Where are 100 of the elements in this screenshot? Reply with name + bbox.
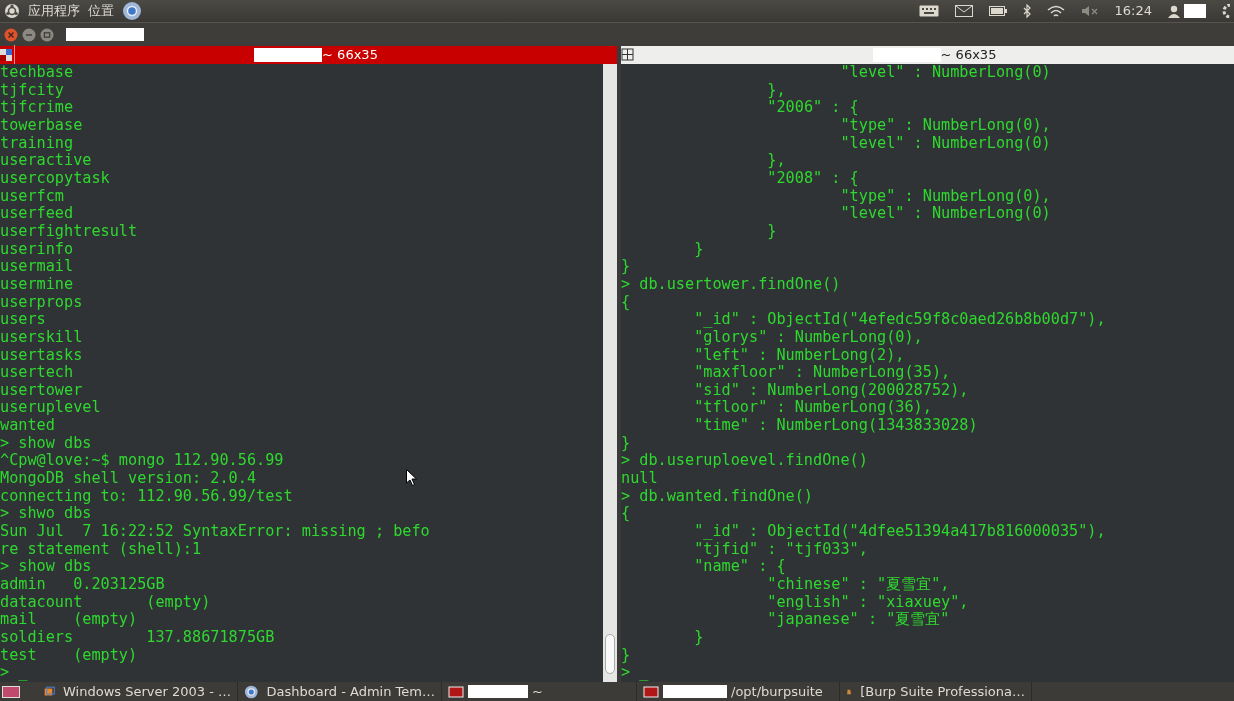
battery-icon[interactable] xyxy=(988,6,1007,16)
terminal-line: } xyxy=(621,434,631,453)
terminal-line: } xyxy=(766,222,777,241)
terminal-line: "2008" : { xyxy=(766,169,859,188)
terminal-line: training xyxy=(0,134,74,153)
terminal-line: usertech xyxy=(0,364,74,382)
terminal-line: useractive xyxy=(0,152,92,170)
terminal-line: useruplevel xyxy=(0,399,101,418)
taskbar-button[interactable]: Windows Server 2003 - … xyxy=(38,682,238,701)
terminal-line: "level" : NumberLong(0) xyxy=(839,205,1051,223)
terminal-line: userfightresult xyxy=(0,222,138,241)
terminal-line: wanted xyxy=(0,417,55,435)
terminal-line: Sun Jul 7 16:22:52 SyntaxError: missing ; befo xyxy=(0,523,430,541)
ubuntu-logo-icon[interactable] xyxy=(4,3,20,19)
maximize-icon[interactable] xyxy=(40,27,54,42)
terminal-line: ^Cpw@love:~$ mongo 112.90.56.99 xyxy=(0,452,284,471)
close-icon[interactable] xyxy=(4,27,18,42)
terminal-line: userskill xyxy=(0,328,83,347)
terminal-line: "tjfid" : "tjf033", xyxy=(693,540,868,559)
menu-item[interactable]: 位置 xyxy=(88,1,114,21)
terminal-line: "time" : NumberLong(1343833028) xyxy=(693,417,978,435)
terminal-line: }, xyxy=(766,81,786,100)
taskbar-label: ~ xyxy=(532,682,543,701)
terminal-line: userfcm xyxy=(0,187,64,206)
terminal-line: MongoDB shell version: 2.0.4 xyxy=(0,470,257,488)
terminal-tab-header[interactable]: ~ 66x35 xyxy=(621,46,1234,64)
terminal-line: users xyxy=(0,311,46,329)
bluetooth-icon[interactable] xyxy=(1022,4,1031,18)
terminal-line: { xyxy=(621,505,631,524)
redaction-block xyxy=(1184,4,1206,18)
terminal-line: } xyxy=(621,646,631,665)
terminal-line: } xyxy=(693,240,704,259)
split-view-icon[interactable] xyxy=(621,48,635,62)
browser-icon xyxy=(244,683,259,700)
terminal-line: userfeed xyxy=(0,205,74,223)
redaction-block xyxy=(254,48,323,62)
terminal-line: > _ xyxy=(621,664,649,682)
terminal-line: techbase xyxy=(0,64,74,82)
clock[interactable]: 16:24 xyxy=(1114,1,1152,21)
terminal-line: "name" : { xyxy=(693,558,786,577)
terminal-line: usertower xyxy=(0,381,83,400)
terminal-line: towerbase xyxy=(0,116,83,135)
taskbar-label: /opt/burpsuite xyxy=(731,682,823,701)
terminal-line: > db.useruploevel.findOne() xyxy=(621,452,868,471)
split-view-icon[interactable] xyxy=(0,48,14,62)
terminal-title: ~ 66x35 xyxy=(940,46,997,65)
terminal-line: "sid" : NumberLong(200028752), xyxy=(693,381,969,400)
terminal-line: connecting to: 112.90.56.99/test xyxy=(0,487,293,506)
terminal-line: "_id" : ObjectId("4efedc59f8c0aed26b8b00d7"), xyxy=(693,311,1106,329)
terminal-line: } xyxy=(621,258,631,276)
terminal-icon xyxy=(448,683,464,700)
taskbar-label: Dashboard - Admin Tem… xyxy=(266,682,435,701)
keyboard-icon[interactable] xyxy=(918,5,939,17)
redaction-block xyxy=(468,685,528,698)
minimize-icon[interactable] xyxy=(22,27,36,42)
wifi-icon[interactable] xyxy=(1046,4,1065,18)
terminal-line: "japanese" : "夏雪宜" xyxy=(766,611,950,629)
terminal-line: { xyxy=(621,293,631,312)
terminal-line: "level" : NumberLong(0) xyxy=(839,64,1051,82)
terminal-line: "type" : NumberLong(0), xyxy=(839,187,1051,206)
browser-icon[interactable] xyxy=(122,1,142,21)
muted-speaker-icon[interactable] xyxy=(1080,5,1099,17)
user-icon[interactable] xyxy=(1168,4,1180,18)
terminal-line: > shwo dbs xyxy=(0,505,92,524)
terminal-icon xyxy=(643,683,659,700)
mouse-pointer-icon xyxy=(406,469,417,486)
taskbar-button[interactable]: ~ xyxy=(442,682,637,701)
terminal-line: usermine xyxy=(0,275,74,294)
terminal-title: ~ 66x35 xyxy=(322,46,378,65)
terminal-line: usermail xyxy=(0,258,74,276)
terminal-line: usertasks xyxy=(0,346,83,365)
terminal-line: "left" : NumberLong(2), xyxy=(693,346,905,365)
envelope-icon[interactable] xyxy=(954,5,973,17)
terminal-line: usercopytask xyxy=(0,169,110,188)
terminal-line: userprops xyxy=(0,293,83,312)
terminal-line: admin 0.203125GB xyxy=(0,576,165,594)
terminal-line: tjfcrime xyxy=(0,99,74,117)
terminal-line: "2006" : { xyxy=(766,99,859,117)
terminal-line: soldiers 137.88671875GB xyxy=(0,629,275,647)
terminal-line: "type" : NumberLong(0), xyxy=(839,116,1051,135)
terminal-line: "english" : "xiaxuey", xyxy=(766,593,969,611)
taskbar-button[interactable]: Dashboard - Admin Tem… xyxy=(238,682,442,701)
terminal-line: "_id" : ObjectId("4dfee51394a417b816000035"), xyxy=(693,523,1106,541)
taskbar-label: Windows Server 2003 - … xyxy=(63,682,231,701)
terminal-line: datacount (empty) xyxy=(0,593,211,612)
terminal-line: > _ xyxy=(0,664,28,682)
terminal-line: "chinese" : "夏雪宜", xyxy=(766,576,950,594)
taskbar-button[interactable]: /opt/burpsuite xyxy=(637,682,840,701)
terminal-line: > db.wanted.findOne() xyxy=(621,487,814,506)
terminal-line: } xyxy=(693,629,704,647)
terminal-line: null xyxy=(621,470,658,488)
terminal-line: "maxfloor" : NumberLong(35), xyxy=(693,364,951,382)
show-desktop-icon[interactable] xyxy=(2,685,20,698)
menu-item[interactable]: 应用程序 xyxy=(28,1,80,21)
terminal-line: "level" : NumberLong(0) xyxy=(839,134,1051,153)
terminal-line: "tfloor" : NumberLong(36), xyxy=(693,399,932,418)
terminal-line: mail (empty) xyxy=(0,611,138,629)
terminal-line: tjfcity xyxy=(0,81,64,100)
terminal-line: re statement (shell):1 xyxy=(0,540,202,559)
terminal-tab-header[interactable]: ~ 66x35 xyxy=(0,46,617,64)
